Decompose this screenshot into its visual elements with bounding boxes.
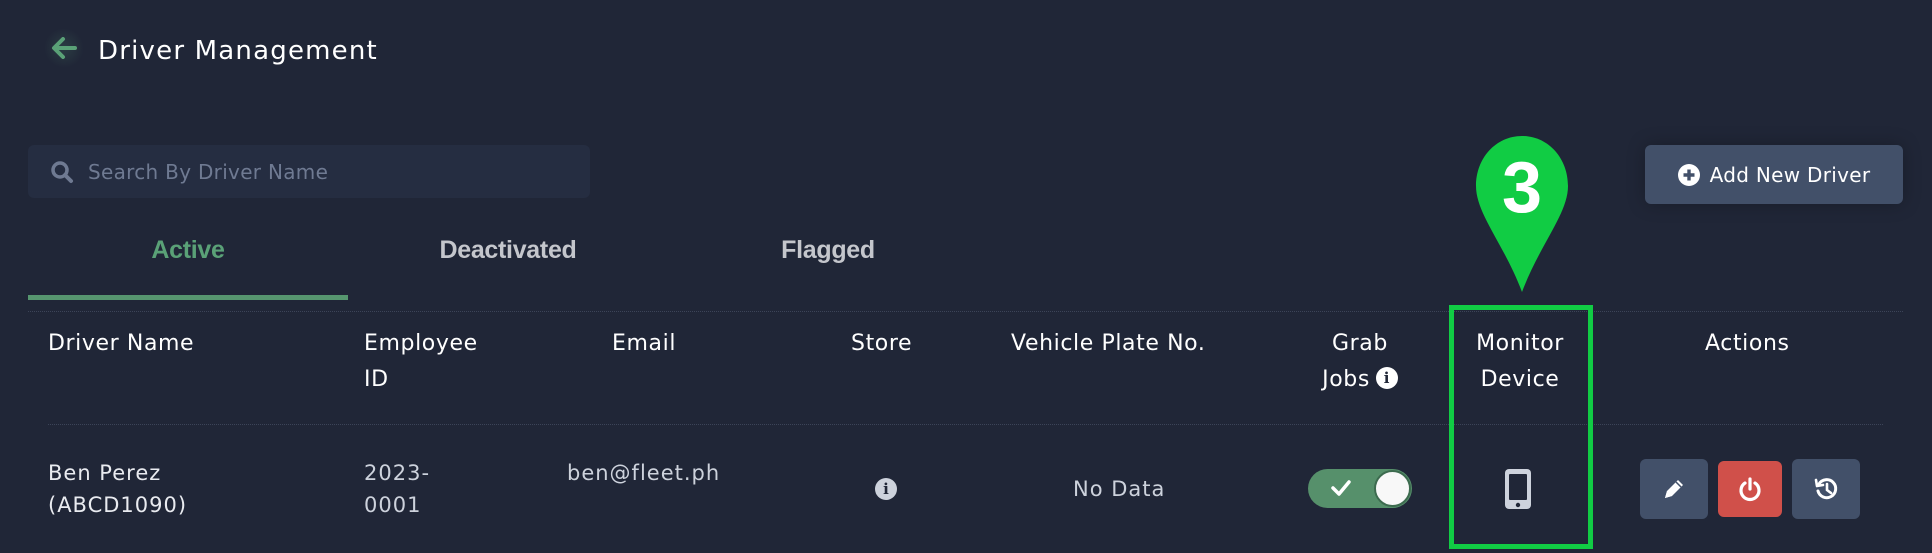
column-header-label: Vehicle Plate No. [1011, 331, 1206, 356]
add-new-driver-button[interactable]: Add New Driver [1645, 145, 1903, 204]
search-icon [51, 160, 73, 183]
column-header-employee-id: Employee ID [364, 326, 478, 398]
driver-name: Ben Perez [48, 461, 162, 485]
search-bar[interactable] [28, 145, 590, 198]
tabs-divider [28, 311, 1903, 312]
pencil-icon [1665, 480, 1683, 498]
column-header-label: Jobs [1322, 367, 1370, 392]
power-icon [1739, 477, 1761, 502]
checkmark-icon [1331, 480, 1351, 496]
mobile-phone-icon [1505, 469, 1531, 509]
deactivate-button[interactable] [1718, 461, 1782, 517]
grab-jobs-toggle[interactable] [1308, 469, 1412, 508]
toggle-knob [1374, 470, 1411, 507]
column-header-email: Email [612, 326, 676, 362]
column-header-store: Store [851, 326, 912, 362]
employee-id: 2023- [364, 461, 431, 485]
vehicle-plate-cell: No Data [1073, 477, 1166, 501]
header-row-divider [48, 424, 1883, 425]
annotation-step-number: 3 [1502, 148, 1542, 228]
driver-code: (ABCD1090) [48, 493, 188, 517]
history-icon [1814, 478, 1838, 500]
column-header-label: Actions [1705, 331, 1790, 356]
email-cell: ben@fleet.ph [567, 461, 721, 485]
annotation-step-marker: 3 [1474, 134, 1570, 298]
driver-name-cell: Ben Perez (ABCD1090) [48, 457, 187, 521]
column-header-label: Monitor [1476, 331, 1564, 356]
column-header-monitor-device: Monitor Device [1460, 326, 1580, 398]
active-tab-indicator [28, 295, 348, 300]
edit-button[interactable] [1640, 459, 1708, 519]
column-header-vehicle-plate: Vehicle Plate No. [1011, 326, 1205, 362]
back-button[interactable] [44, 28, 84, 68]
column-header-label: Store [851, 331, 913, 356]
tab-active[interactable]: Active [28, 230, 348, 296]
search-input[interactable] [88, 159, 568, 184]
tab-deactivated[interactable]: Deactivated [348, 230, 668, 296]
column-header-label: Employee [364, 331, 478, 356]
history-button[interactable] [1792, 459, 1860, 519]
monitor-device-button[interactable] [1503, 467, 1533, 515]
column-header-label: Grab [1332, 331, 1388, 356]
column-header-label: Email [612, 331, 677, 356]
employee-id-cell: 2023- 0001 [364, 457, 430, 521]
info-icon[interactable]: i [1375, 367, 1398, 389]
column-header-driver-name: Driver Name [48, 326, 194, 362]
column-header-grab-jobs: Grab Jobs i [1300, 326, 1420, 398]
add-new-driver-label: Add New Driver [1709, 162, 1871, 187]
map-pin-icon: 3 [1476, 136, 1568, 292]
column-header-label: Device [1480, 367, 1560, 392]
column-header-label: ID [364, 367, 389, 392]
employee-id: 0001 [364, 493, 422, 517]
tab-flagged[interactable]: Flagged [668, 230, 988, 296]
info-icon[interactable]: i [875, 478, 897, 500]
column-header-actions: Actions [1705, 326, 1790, 362]
column-header-label: Driver Name [48, 331, 195, 356]
plus-circle-icon [1677, 163, 1700, 186]
arrow-left-icon [52, 37, 77, 59]
page-title: Driver Management [98, 36, 378, 66]
